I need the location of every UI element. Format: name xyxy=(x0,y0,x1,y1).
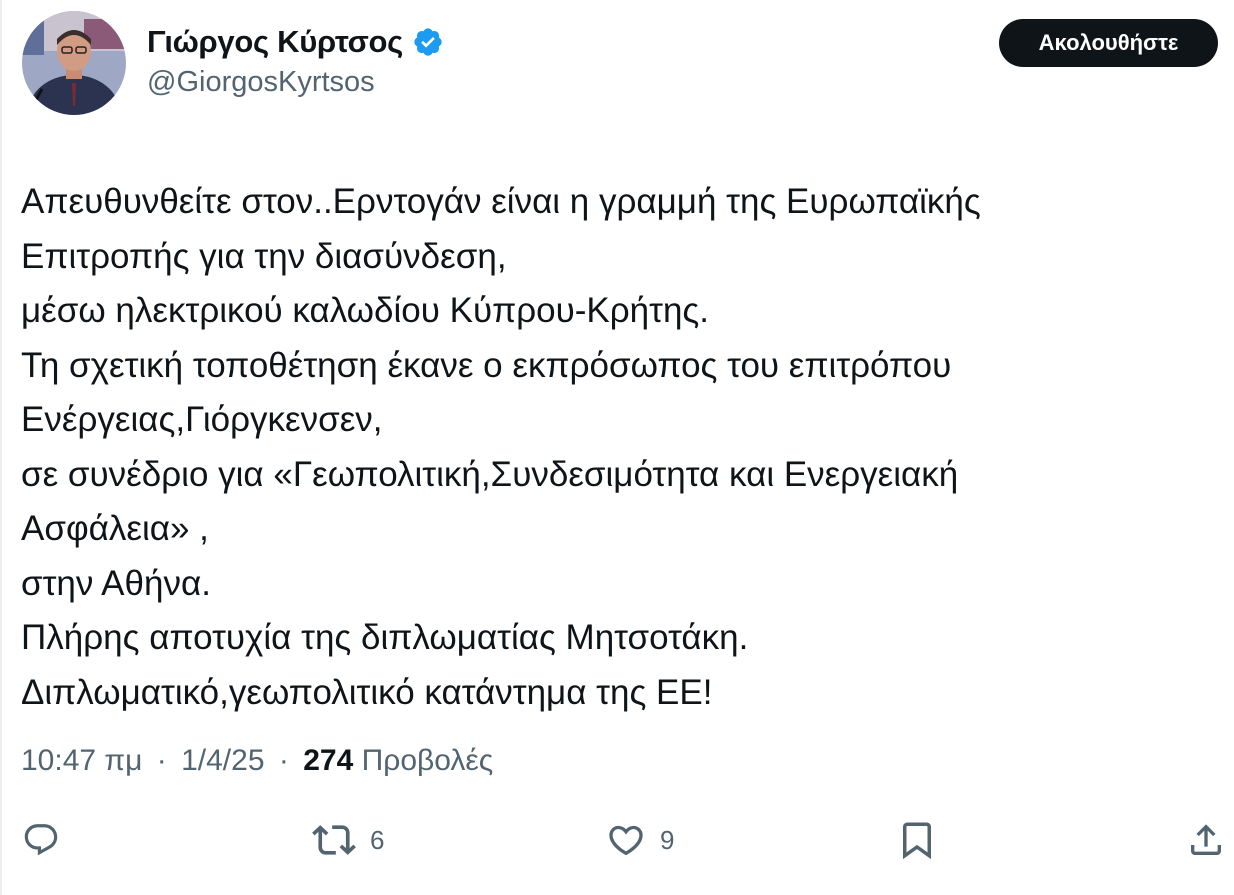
avatar-photo xyxy=(22,11,126,115)
tweet-line: Ενέργειας,Γιόργκενσεν, xyxy=(21,400,383,439)
tweet-line: Επιτροπής για την διασύνδεση, xyxy=(21,236,507,276)
tweet-line: Πλήρης αποτυχία της διπλωματίας Μητσοτάκ… xyxy=(21,618,749,657)
retweet-button[interactable]: 6 xyxy=(312,815,384,865)
views-count[interactable]: 274 xyxy=(303,744,353,777)
tweet-line: Τη σχετική τοποθέτηση έκανε ο εκπρόσωπος… xyxy=(21,345,952,385)
meta-separator: · xyxy=(156,744,167,777)
views-label[interactable]: Προβολές xyxy=(362,744,494,777)
meta-separator: · xyxy=(278,744,289,777)
reply-icon xyxy=(22,821,60,859)
tweet-line: Απευθυνθείτε στον..Ερντογάν είναι η γραμ… xyxy=(21,182,981,221)
avatar[interactable] xyxy=(22,11,126,115)
retweet-count: 6 xyxy=(370,824,385,855)
tweet-date[interactable]: 1/4/25 xyxy=(181,744,264,777)
tweet-line: σε συνέδριο για «Γεωπολιτική,Συνδεσιμότη… xyxy=(21,454,959,494)
like-button[interactable]: 9 xyxy=(606,815,674,865)
author-name-row: Γιώργος Κύρτσος xyxy=(147,20,444,64)
like-count: 9 xyxy=(660,824,675,855)
share-icon xyxy=(1186,820,1226,860)
author-display-name[interactable]: Γιώργος Κύρτσος xyxy=(147,24,403,60)
tweet-meta: 10:47 πμ · 1/4/25 · 274 Προβολές xyxy=(21,744,493,778)
reply-button[interactable] xyxy=(22,815,60,865)
tweet-time[interactable]: 10:47 πμ xyxy=(21,744,142,777)
follow-button[interactable]: Ακολουθήστε xyxy=(999,19,1218,67)
action-bar: 6 9 xyxy=(0,815,1234,865)
author-handle[interactable]: @GiorgosKyrtsos xyxy=(147,66,375,99)
bookmark-button[interactable] xyxy=(896,815,938,865)
tweet-line: Διπλωματικό,γεωπολιτικό κατάντημα της ΕΕ… xyxy=(21,672,713,712)
left-border xyxy=(0,0,2,895)
retweet-icon xyxy=(312,818,356,862)
tweet-line: Ασφάλεια» , xyxy=(21,509,209,548)
tweet-text: Απευθυνθείτε στον..Ερντογάν είναι η γραμ… xyxy=(21,175,1211,720)
bookmark-icon xyxy=(896,819,938,861)
verified-badge-icon xyxy=(412,26,444,58)
heart-icon xyxy=(606,820,646,860)
tweet-line: στην Αθήνα. xyxy=(21,563,211,603)
share-button[interactable] xyxy=(1186,815,1226,865)
tweet-line: μέσω ηλεκτρικού καλωδίου Κύπρου-Κρήτης. xyxy=(21,291,710,330)
